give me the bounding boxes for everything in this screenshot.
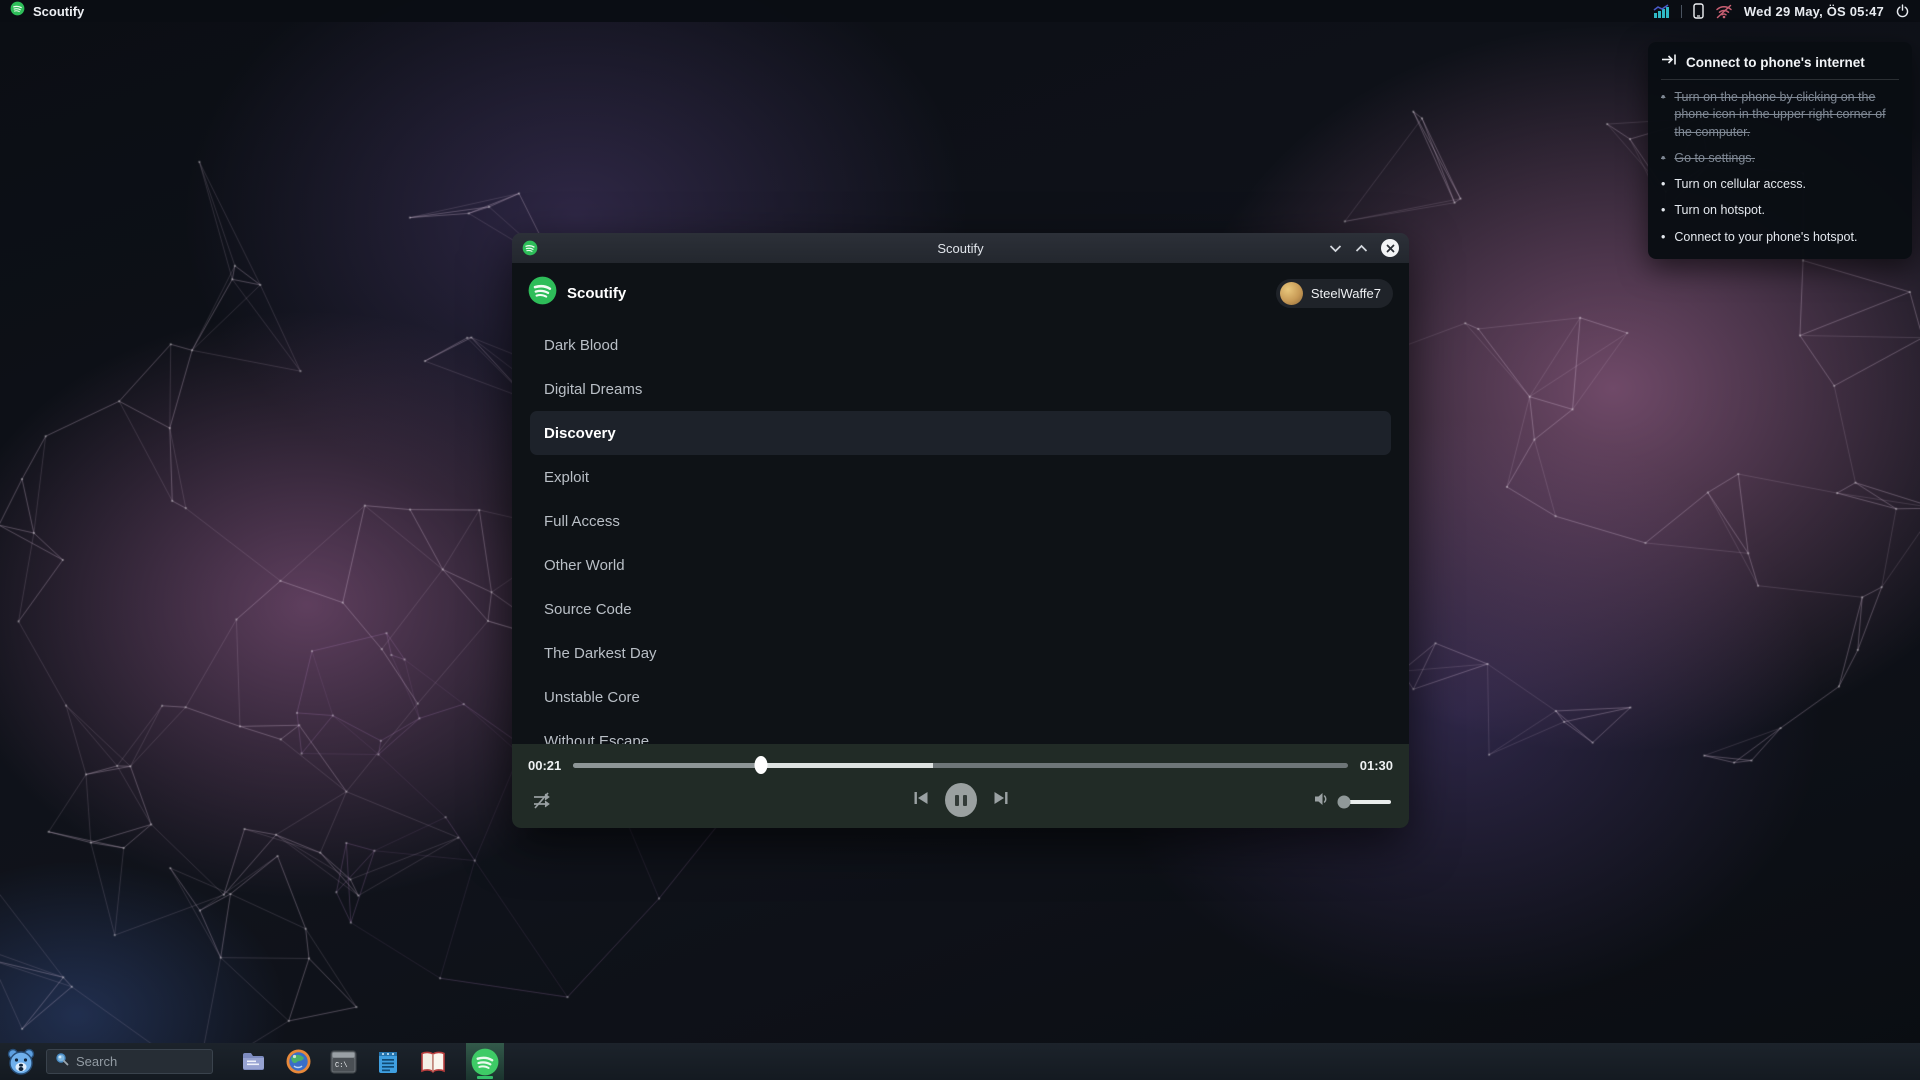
volume-thumb[interactable] bbox=[1338, 795, 1351, 808]
playlist-item[interactable]: Digital Dreams bbox=[530, 367, 1391, 411]
step-text: Turn on hotspot. bbox=[1674, 202, 1765, 219]
start-menu-bear-icon[interactable] bbox=[5, 1046, 37, 1078]
network-usage-chart-icon[interactable] bbox=[1653, 4, 1670, 19]
phone-icon[interactable] bbox=[1693, 3, 1704, 19]
previous-track-button[interactable] bbox=[912, 789, 930, 812]
top-bar: Scoutify Wed 29 May, ÖS 05:47 bbox=[0, 0, 1920, 22]
playlist-item[interactable]: Other World bbox=[530, 543, 1391, 587]
playlist-item[interactable]: Unstable Core bbox=[530, 675, 1391, 719]
window-titlebar[interactable]: Scoutify bbox=[512, 233, 1409, 263]
reader-book-icon[interactable] bbox=[419, 1048, 447, 1076]
active-app-indicator[interactable]: Scoutify bbox=[10, 1, 84, 21]
window-controls bbox=[1329, 233, 1399, 263]
minimize-chevron-down-icon[interactable] bbox=[1329, 244, 1342, 253]
app-header: Scoutify SteelWaffe7 bbox=[512, 263, 1409, 319]
playlist-item[interactable]: Exploit bbox=[530, 455, 1391, 499]
seek-buffered-segment bbox=[761, 763, 933, 768]
user-menu[interactable]: SteelWaffe7 bbox=[1276, 279, 1393, 308]
app-name: Scoutify bbox=[567, 285, 626, 302]
notification-step: • Connect to your phone's hotspot. bbox=[1661, 229, 1899, 246]
step-text: Turn on the phone by clicking on the pho… bbox=[1674, 89, 1899, 141]
pause-bar bbox=[963, 795, 967, 806]
system-tray: Wed 29 May, ÖS 05:47 bbox=[1653, 3, 1910, 19]
elapsed-time: 00:21 bbox=[528, 758, 561, 773]
terminal-label-glyph: C:\ bbox=[335, 1062, 348, 1070]
notification-panel: Connect to phone's internet •Turn on the… bbox=[1648, 42, 1912, 259]
step-text: Go to settings. bbox=[1674, 150, 1755, 167]
web-browser-icon[interactable] bbox=[284, 1048, 312, 1076]
bullet: • bbox=[1661, 150, 1665, 167]
progress-row: 00:21 01:30 bbox=[528, 753, 1393, 777]
search-input[interactable] bbox=[76, 1054, 196, 1069]
shuffle-icon[interactable] bbox=[532, 791, 554, 816]
top-bar-app-label: Scoutify bbox=[33, 4, 84, 19]
window-title: Scoutify bbox=[512, 241, 1409, 256]
speaker-icon[interactable] bbox=[1313, 791, 1331, 812]
notification-title-row: Connect to phone's internet bbox=[1661, 53, 1899, 80]
seek-bar[interactable] bbox=[573, 763, 1348, 768]
notification-step: • Go to settings. bbox=[1661, 150, 1899, 167]
step-text: Connect to your phone's hotspot. bbox=[1674, 229, 1857, 246]
power-icon[interactable] bbox=[1895, 4, 1910, 19]
playlist: Dark BloodDigital DreamsDiscoveryExploit… bbox=[530, 323, 1391, 763]
window-body: Scoutify SteelWaffe7 Dark BloodDigital D… bbox=[512, 263, 1409, 828]
notification-step: • Turn on cellular access. bbox=[1661, 176, 1899, 193]
close-button[interactable] bbox=[1381, 239, 1399, 257]
wifi-off-icon[interactable] bbox=[1715, 4, 1733, 19]
transport-controls bbox=[912, 783, 1010, 817]
terminal-icon[interactable]: C:\ bbox=[329, 1048, 357, 1076]
taskbar-apps: C:\ bbox=[239, 1043, 504, 1080]
app-brand: Scoutify bbox=[528, 276, 626, 310]
maximize-chevron-up-icon[interactable] bbox=[1355, 244, 1368, 253]
notification-step: •Turn on the phone by clicking on the ph… bbox=[1661, 89, 1899, 141]
scoutify-window: Scoutify Scoutify SteelWaffe7 bbox=[512, 233, 1409, 828]
playlist-item[interactable]: Discovery bbox=[530, 411, 1391, 455]
notification-title: Connect to phone's internet bbox=[1686, 55, 1865, 70]
user-avatar bbox=[1280, 282, 1303, 305]
scoutify-icon[interactable] bbox=[466, 1043, 504, 1080]
bullet: • bbox=[1661, 229, 1665, 246]
scoutify-logo-icon bbox=[522, 240, 538, 261]
search-icon bbox=[55, 1052, 69, 1071]
scoutify-logo-icon bbox=[528, 276, 557, 310]
tray-separator bbox=[1681, 5, 1682, 18]
playlist-item[interactable]: Dark Blood bbox=[530, 323, 1391, 367]
step-text: Turn on cellular access. bbox=[1674, 176, 1806, 193]
volume-control bbox=[1313, 791, 1391, 812]
seek-played-segment bbox=[573, 763, 761, 768]
taskbar: C:\ bbox=[0, 1043, 1920, 1080]
playlist-item[interactable]: The Darkest Day bbox=[530, 631, 1391, 675]
username: SteelWaffe7 bbox=[1311, 286, 1381, 301]
arrow-to-bar-icon bbox=[1661, 53, 1678, 71]
playlist-item[interactable]: Source Code bbox=[530, 587, 1391, 631]
player-bar: 00:21 01:30 bbox=[512, 744, 1409, 828]
file-manager-icon[interactable] bbox=[239, 1048, 267, 1076]
player-controls bbox=[528, 777, 1393, 827]
volume-slider[interactable] bbox=[1339, 800, 1391, 804]
total-time: 01:30 bbox=[1360, 758, 1393, 773]
bullet: • bbox=[1661, 89, 1665, 141]
playlist-item[interactable]: Full Access bbox=[530, 499, 1391, 543]
scoutify-logo-icon bbox=[10, 1, 25, 21]
seek-thumb[interactable] bbox=[755, 756, 768, 774]
notification-step: • Turn on hotspot. bbox=[1661, 202, 1899, 219]
bullet: • bbox=[1661, 202, 1665, 219]
clock[interactable]: Wed 29 May, ÖS 05:47 bbox=[1744, 4, 1884, 19]
search-box[interactable] bbox=[46, 1049, 213, 1074]
pause-bar bbox=[955, 795, 959, 806]
notification-step-list: •Turn on the phone by clicking on the ph… bbox=[1661, 89, 1899, 246]
next-track-button[interactable] bbox=[992, 789, 1010, 812]
pause-button[interactable] bbox=[945, 783, 977, 817]
notes-icon[interactable] bbox=[374, 1048, 402, 1076]
bullet: • bbox=[1661, 176, 1665, 193]
